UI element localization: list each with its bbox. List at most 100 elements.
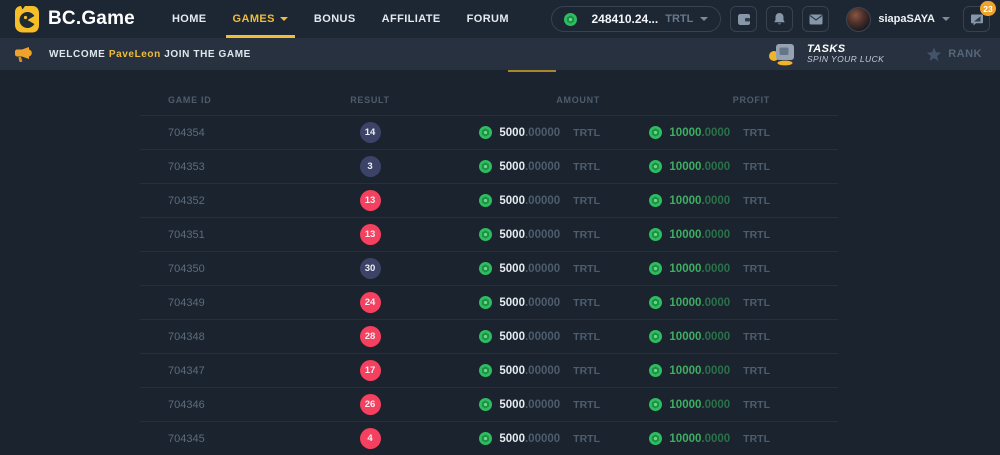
result-badge: 14: [360, 122, 381, 143]
profit-value: 10000: [669, 331, 701, 343]
profit-decimals: .0000: [701, 161, 730, 173]
profit-cell: 10000.0000 TRTL: [649, 228, 770, 241]
amount-value: 5000: [499, 399, 525, 411]
profit-cell: 10000.0000 TRTL: [649, 398, 770, 411]
chat-icon: [970, 13, 984, 26]
trtl-coin-icon: [479, 160, 492, 173]
result-cell: 4: [360, 428, 381, 449]
amount-value: 5000: [499, 263, 525, 275]
notifications-button[interactable]: [766, 6, 793, 32]
table-row[interactable]: 704346 26 5000.00000 TRTL 10000: [140, 387, 838, 421]
trtl-coin-icon: [479, 432, 492, 445]
profit-cell: 10000.0000 TRTL: [649, 296, 770, 309]
profit-currency: TRTL: [743, 195, 770, 207]
table-row[interactable]: 704353 3 5000.00000 TRTL 10000.: [140, 149, 838, 183]
amount-cell: 5000.00000 TRTL: [479, 296, 600, 309]
result-cell: 13: [360, 190, 381, 211]
nav-label: FORUM: [467, 13, 509, 25]
result-badge: 4: [360, 428, 381, 449]
trtl-coin-icon: [479, 194, 492, 207]
amount-currency: TRTL: [573, 433, 600, 445]
column-header-game-id: GAME ID: [140, 95, 320, 105]
wallet-button[interactable]: [730, 6, 757, 32]
balance-selector[interactable]: 248410.24... TRTL: [551, 6, 721, 32]
table-row[interactable]: 704348 28 5000.00000 TRTL 10000: [140, 319, 838, 353]
amount-currency: TRTL: [573, 399, 600, 411]
result-badge: 13: [360, 224, 381, 245]
nav-item-home[interactable]: HOME: [159, 0, 220, 38]
table-row[interactable]: 704347 17 5000.00000 TRTL 10000: [140, 353, 838, 387]
amount-cell: 5000.00000 TRTL: [479, 330, 600, 343]
star-icon: [926, 47, 942, 62]
user-menu[interactable]: siapaSAYA: [846, 7, 950, 32]
trtl-coin-icon: [479, 262, 492, 275]
table-row[interactable]: 704350 30 5000.00000 TRTL 10000: [140, 251, 838, 285]
brand-logo[interactable]: BC.Game: [14, 5, 135, 33]
table-row[interactable]: 704349 24 5000.00000 TRTL 10000: [140, 285, 838, 319]
profit-value: 10000: [669, 229, 701, 241]
amount-value: 5000: [499, 127, 525, 139]
column-header-amount: AMOUNT: [556, 95, 600, 105]
trtl-coin-icon: [479, 228, 492, 241]
amount-currency: TRTL: [573, 331, 600, 343]
result-cell: 14: [360, 122, 381, 143]
trtl-coin-icon: [649, 194, 662, 207]
amount-decimals: .00000: [525, 161, 560, 173]
tab-indicator: [508, 70, 556, 72]
game-id: 704354: [140, 127, 320, 139]
brand-logo-icon: [14, 5, 40, 33]
announcement-banner: WELCOME PaveLeon JOIN THE GAME TASKS SPI…: [0, 38, 1000, 70]
nav-label: BONUS: [314, 13, 356, 25]
chat-button[interactable]: 23: [963, 6, 990, 32]
result-badge: 30: [360, 258, 381, 279]
result-badge: 13: [360, 190, 381, 211]
amount-decimals: .00000: [525, 399, 560, 411]
nav-item-affiliate[interactable]: AFFILIATE: [369, 0, 454, 38]
nav-label: HOME: [172, 13, 207, 25]
tasks-widget[interactable]: TASKS SPIN YOUR LUCK: [768, 42, 884, 66]
amount-value: 5000: [499, 161, 525, 173]
profit-currency: TRTL: [743, 161, 770, 173]
nav-item-games[interactable]: GAMES: [220, 0, 301, 38]
profit-value: 10000: [669, 127, 701, 139]
game-id: 704352: [140, 195, 320, 207]
profit-currency: TRTL: [743, 229, 770, 241]
tasks-subtitle: SPIN YOUR LUCK: [807, 55, 884, 65]
nav-item-bonus[interactable]: BONUS: [301, 0, 369, 38]
profit-decimals: .0000: [701, 433, 730, 445]
messages-button[interactable]: [802, 6, 829, 32]
profit-decimals: .0000: [701, 127, 730, 139]
amount-value: 5000: [499, 331, 525, 343]
rank-widget[interactable]: RANK: [926, 47, 982, 62]
rank-label: RANK: [948, 48, 982, 60]
nav-item-forum[interactable]: FORUM: [454, 0, 522, 38]
result-cell: 17: [360, 360, 381, 381]
table-row[interactable]: 704352 13 5000.00000 TRTL 10000: [140, 183, 838, 217]
wallet-icon: [737, 13, 751, 26]
trtl-coin-icon: [479, 364, 492, 377]
trtl-coin-icon: [479, 398, 492, 411]
game-id: 704353: [140, 161, 320, 173]
chat-unread-badge: 23: [980, 1, 996, 16]
profit-cell: 10000.0000 TRTL: [649, 160, 770, 173]
balance-amount: 248410.24...: [591, 12, 658, 26]
table-row[interactable]: 704351 13 5000.00000 TRTL 10000: [140, 217, 838, 251]
profit-value: 10000: [669, 195, 701, 207]
result-cell: 28: [360, 326, 381, 347]
result-cell: 13: [360, 224, 381, 245]
profit-decimals: .0000: [701, 365, 730, 377]
table-row[interactable]: 704354 14 5000.00000 TRTL 10000: [140, 115, 838, 149]
welcome-username[interactable]: PaveLeon: [109, 49, 161, 60]
result-badge: 17: [360, 360, 381, 381]
profit-currency: TRTL: [743, 127, 770, 139]
profit-value: 10000: [669, 433, 701, 445]
table-row[interactable]: 704345 4 5000.00000 TRTL 10000.: [140, 421, 838, 455]
profit-cell: 10000.0000 TRTL: [649, 194, 770, 207]
amount-currency: TRTL: [573, 297, 600, 309]
column-header-profit: PROFIT: [733, 95, 770, 105]
result-cell: 3: [360, 156, 381, 177]
amount-currency: TRTL: [573, 229, 600, 241]
trtl-coin-icon: [649, 432, 662, 445]
welcome-message: WELCOME PaveLeon JOIN THE GAME: [14, 46, 251, 63]
amount-currency: TRTL: [573, 161, 600, 173]
